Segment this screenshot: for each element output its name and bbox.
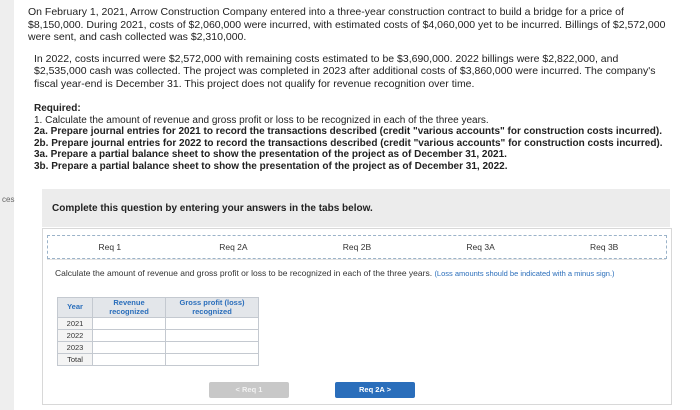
panel-note: (Loss amounts should be indicated with a… <box>434 269 615 278</box>
revenue-cell[interactable] <box>92 341 166 354</box>
revenue-total-cell <box>92 353 166 366</box>
tab-bar: Req 1 Req 2A Req 2B Req 3A Req 3B <box>47 235 667 259</box>
required-item-2b: 2b. Prepare journal entries for 2022 to … <box>34 137 663 149</box>
table-row: 2022 <box>57 329 259 342</box>
revenue-input[interactable] <box>96 330 162 341</box>
gross-profit-total-cell <box>165 353 259 366</box>
prev-button[interactable]: < Req 1 <box>209 382 289 398</box>
header-gross-profit: Gross profit (loss) recognized <box>165 297 259 318</box>
problem-text: On February 1, 2021, Arrow Construction … <box>28 6 668 99</box>
panel-instruction: Calculate the amount of revenue and gros… <box>55 268 653 279</box>
header-year: Year <box>57 297 93 318</box>
gross-profit-input[interactable] <box>169 342 255 353</box>
side-label: ces <box>2 195 15 204</box>
tab-req-2b[interactable]: Req 2B <box>295 236 419 258</box>
required-item-1: 1. Calculate the amount of revenue and g… <box>34 114 489 126</box>
required-item-3b: 3b. Prepare a partial balance sheet to s… <box>34 160 508 172</box>
tab-req-3b[interactable]: Req 3B <box>542 236 666 258</box>
gross-profit-input[interactable] <box>169 330 255 341</box>
year-cell: 2022 <box>57 329 93 342</box>
tab-req-1[interactable]: Req 1 <box>48 236 172 258</box>
gross-profit-input[interactable] <box>169 318 255 329</box>
table-row: 2023 <box>57 341 259 354</box>
revenue-input[interactable] <box>96 342 162 353</box>
next-button[interactable]: Req 2A > <box>335 382 415 398</box>
required-section: Required: 1. Calculate the amount of rev… <box>34 103 663 172</box>
tab-divider <box>47 259 666 260</box>
revenue-cell[interactable] <box>92 329 166 342</box>
answer-panel: Req 1 Req 2A Req 2B Req 3A Req 3B Calcul… <box>42 228 672 405</box>
header-revenue: Revenue recognized <box>92 297 166 318</box>
tab-req-2a[interactable]: Req 2A <box>172 236 296 258</box>
required-item-3a: 3a. Prepare a partial balance sheet to s… <box>34 149 507 160</box>
problem-paragraph-2: In 2022, costs incurred were $2,572,000 … <box>34 52 656 90</box>
instruction-banner-text: Complete this question by entering your … <box>52 203 373 214</box>
revenue-table: Year Revenue recognized Gross profit (lo… <box>57 297 259 366</box>
problem-paragraph-1: On February 1, 2021, Arrow Construction … <box>28 6 666 43</box>
year-cell: 2021 <box>57 317 93 330</box>
gross-profit-cell[interactable] <box>165 341 259 354</box>
table-row: 2021 <box>57 317 259 330</box>
table-row: Total <box>57 353 259 366</box>
gross-profit-cell[interactable] <box>165 317 259 330</box>
year-cell: Total <box>57 353 93 366</box>
tab-req-3a[interactable]: Req 3A <box>419 236 543 258</box>
required-item-2a: 2a. Prepare journal entries for 2021 to … <box>34 126 662 137</box>
revenue-input[interactable] <box>96 318 162 329</box>
year-cell: 2023 <box>57 341 93 354</box>
revenue-cell[interactable] <box>92 317 166 330</box>
gross-profit-cell[interactable] <box>165 329 259 342</box>
required-heading: Required: <box>34 103 81 114</box>
left-sidebar-strip: ces <box>0 0 14 410</box>
instruction-banner: Complete this question by entering your … <box>42 189 670 227</box>
panel-instruction-text: Calculate the amount of revenue and gros… <box>55 268 433 278</box>
